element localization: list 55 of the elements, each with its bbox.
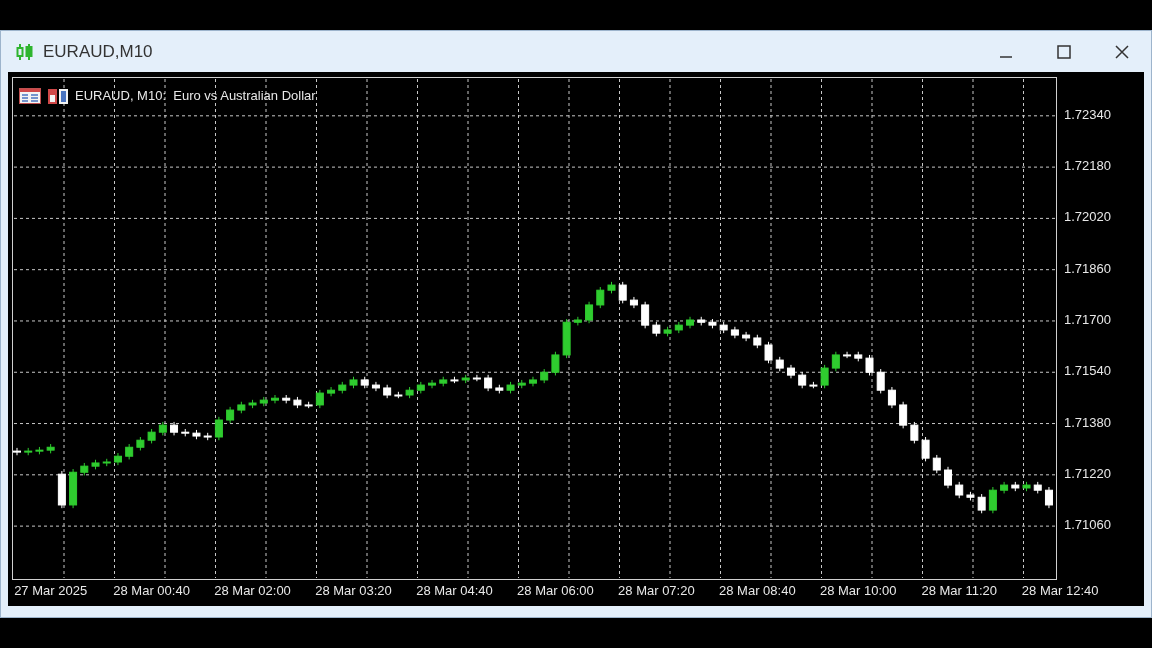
- candlestick: [820, 364, 829, 389]
- maximize-icon: [1057, 44, 1071, 59]
- time-label: 28 Mar 11:20: [921, 583, 998, 599]
- candlestick: [315, 389, 324, 409]
- close-icon: [1114, 43, 1130, 60]
- time-label: 28 Mar 06:00: [517, 583, 594, 599]
- candlestick: [1044, 486, 1053, 509]
- candlestick: [270, 394, 279, 404]
- candlestick: [910, 421, 919, 444]
- chart-legend: EURAUD, M10: Euro vs Australian Dollar: [75, 86, 316, 106]
- price-label: 1.71540: [1064, 363, 1111, 380]
- price-label: 1.71220: [1064, 465, 1111, 482]
- candlestick: [831, 351, 840, 372]
- price-label: 1.72340: [1064, 106, 1111, 123]
- price-label: 1.71860: [1064, 260, 1111, 277]
- minimize-icon: [1000, 55, 1012, 58]
- candlestick: [641, 301, 650, 329]
- candlestick: [596, 286, 605, 309]
- chart-icon: [47, 86, 69, 105]
- time-label: 28 Mar 08:40: [719, 583, 796, 599]
- time-label: 27 Mar 2025: [14, 583, 88, 599]
- candlestick: [921, 436, 930, 462]
- candlestick: [843, 351, 852, 359]
- candlestick: [944, 466, 953, 489]
- time-label: 28 Mar 07:20: [618, 583, 695, 599]
- candlestick: [887, 386, 896, 409]
- time-label: 28 Mar 04:40: [416, 583, 493, 599]
- time-label: 28 Mar 03:20: [315, 583, 392, 599]
- time-label: 28 Mar 10:00: [819, 583, 897, 599]
- candlestick: [865, 354, 874, 376]
- candlestick: [327, 386, 336, 397]
- price-label: 1.72180: [1064, 158, 1111, 175]
- candlestick: [585, 301, 594, 324]
- candlestick: [472, 374, 481, 382]
- table-icon: [19, 87, 41, 104]
- time-label: 28 Mar 00:40: [113, 583, 190, 599]
- candlestick: [876, 368, 885, 394]
- candlestick: [618, 281, 627, 304]
- candlestick: [13, 447, 21, 456]
- time-label: 28 Mar 12:40: [1021, 583, 1099, 599]
- time-label: 28 Mar 02:00: [214, 583, 291, 599]
- candlestick: [932, 454, 941, 474]
- candlestick-icon: [15, 41, 35, 62]
- candlestick: [764, 341, 773, 364]
- candlestick: [428, 379, 437, 389]
- candlestick: [551, 351, 560, 376]
- candlestick: [214, 416, 223, 441]
- price-label: 1.71380: [1064, 414, 1111, 431]
- candlestick: [988, 486, 997, 514]
- price-label: 1.71700: [1064, 311, 1111, 328]
- price-label: 1.72020: [1064, 209, 1111, 226]
- window-title: EURAUD,M10: [43, 40, 153, 63]
- candlestick: [899, 401, 908, 429]
- candlestick: [977, 493, 986, 514]
- price-label: 1.71060: [1064, 517, 1111, 534]
